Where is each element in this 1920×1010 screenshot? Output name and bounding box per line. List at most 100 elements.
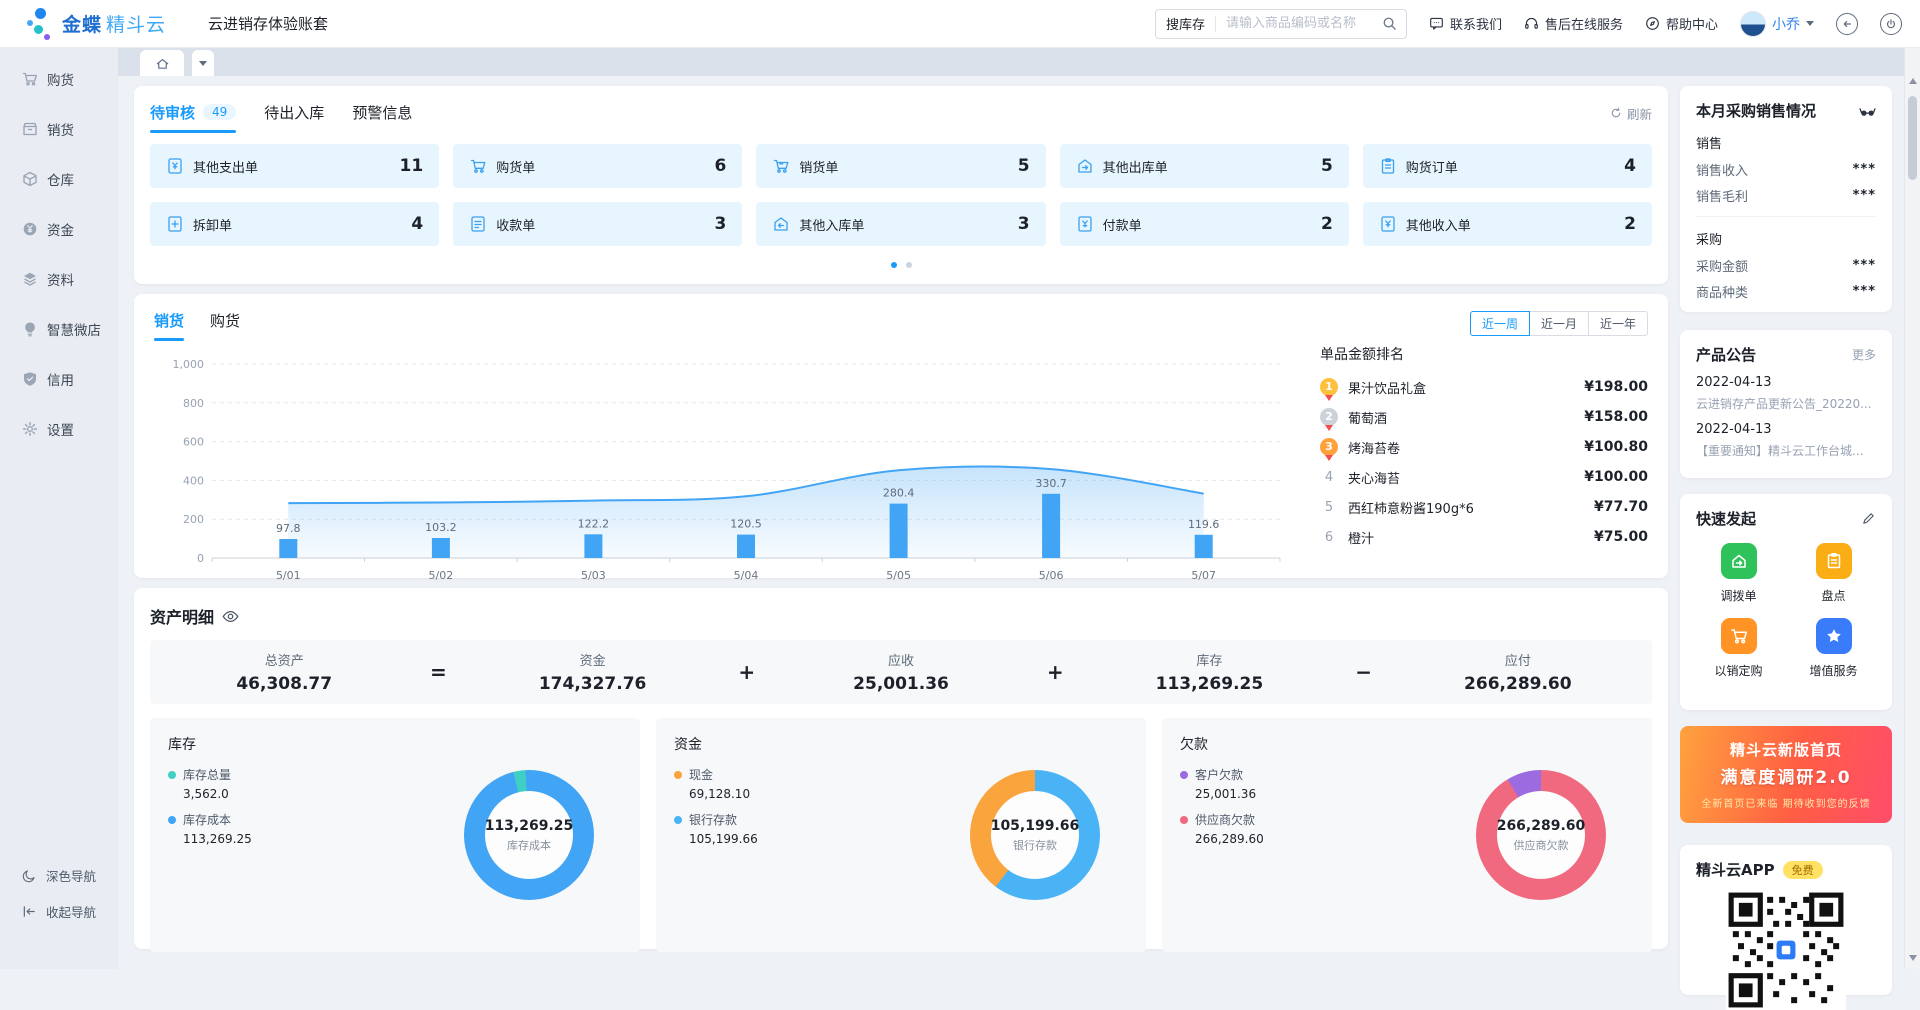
user-menu[interactable]: 小乔 (1740, 11, 1814, 37)
after-sales-service-link[interactable]: 售后在线服务 (1524, 14, 1623, 33)
pagination-dot-1[interactable] (891, 262, 897, 268)
gold-medal-icon: 1 (1320, 378, 1338, 396)
metric-label: 库存 (1075, 650, 1343, 669)
todo-item-purchase-order[interactable]: 购货单 6 (453, 144, 742, 188)
ranking-row[interactable]: 2 葡萄酒 ¥158.00 (1320, 402, 1648, 432)
sidebar-item-funds[interactable]: 资金 (0, 204, 118, 254)
sidebar-item-credit[interactable]: 信用 (0, 354, 118, 404)
tab-pending-inout[interactable]: 待出入库 (264, 102, 324, 129)
quick-tile-value-added[interactable]: 增值服务 (1791, 618, 1876, 679)
todo-item-receipt[interactable]: 收款单 3 (453, 202, 742, 246)
todo-item-other-inbound[interactable]: 其他入库单 3 (756, 202, 1045, 246)
tab-pending-approval[interactable]: 待审核 49 (150, 102, 236, 129)
logout-button[interactable] (1880, 13, 1902, 35)
dark-nav-label: 深色导航 (46, 866, 96, 885)
quick-tile-stocktake[interactable]: 盘点 (1791, 543, 1876, 604)
sidebar-item-label: 购货 (47, 69, 74, 89)
banner-line-1: 精斗云新版首页 (1690, 739, 1882, 760)
dark-nav-toggle[interactable]: 深色导航 (0, 857, 118, 893)
todo-item-purchase-request[interactable]: 购货订单 4 (1363, 144, 1652, 188)
eye-icon[interactable] (222, 608, 239, 625)
svg-text:200: 200 (183, 513, 204, 526)
metric-label: 商品种类 (1696, 282, 1748, 301)
app-logo[interactable]: 金蝶 精斗云 (26, 7, 166, 41)
sidebar-item-label: 资金 (47, 219, 74, 239)
operator-plus: + (727, 660, 767, 684)
tab-sales[interactable]: 销货 (154, 310, 184, 337)
edit-pencil-icon[interactable] (1861, 511, 1876, 526)
collapse-nav-button[interactable]: 收起导航 (0, 893, 118, 929)
search-icon[interactable] (1382, 16, 1397, 31)
todo-item-other-income[interactable]: 其他收入单 2 (1363, 202, 1652, 246)
range-last-year-button[interactable]: 近一年 (1588, 311, 1648, 336)
sidebar-item-data[interactable]: 资料 (0, 254, 118, 304)
metric-value: 46,308.77 (150, 674, 418, 694)
more-link[interactable]: 更多 (1852, 346, 1876, 363)
qr-code (1726, 890, 1846, 1010)
tab-label: 待审核 (150, 102, 195, 123)
announcements-title: 产品公告 (1696, 344, 1756, 365)
todo-item-other-expense[interactable]: 其他支出单 11 (150, 144, 439, 188)
purchase-group-label: 采购 (1696, 229, 1876, 248)
scroll-up-arrow[interactable] (1909, 78, 1917, 84)
todo-item-label: 销货单 (799, 157, 838, 176)
ranking-row[interactable]: 5 西红柿意粉酱190g*6 ¥77.70 (1320, 492, 1648, 522)
svg-text:5/03: 5/03 (581, 569, 606, 582)
yen-circle-icon (22, 221, 38, 237)
sidebar-item-sales[interactable]: 销货 (0, 104, 118, 154)
sidebar-item-purchase[interactable]: 购货 (0, 54, 118, 104)
back-button[interactable] (1836, 13, 1858, 35)
ranking-row[interactable]: 1 果汁饮品礼盒 ¥198.00 (1320, 372, 1648, 402)
todo-item-other-outbound[interactable]: 其他出库单 5 (1060, 144, 1349, 188)
metric-value: 266,289.60 (1384, 674, 1652, 694)
tab-purchase[interactable]: 购货 (210, 310, 240, 337)
product-name: 橙汁 (1348, 528, 1374, 547)
scrollbar-thumb[interactable] (1908, 96, 1917, 180)
announcement-item[interactable]: 2022-04-13 云进销存产品更新公告_20220... (1696, 375, 1876, 412)
legend-label: 客户欠款 (1195, 766, 1243, 783)
sidebar-item-label: 设置 (47, 419, 74, 439)
debt-panel: 欠款 客户欠款 25,001.36 供应商欠款 266,289.60 266,2… (1162, 718, 1652, 952)
metric-value-masked: *** (1853, 188, 1876, 203)
survey-promo-banner[interactable]: 精斗云新版首页 满意度调研2.0 全新首页已来临 期待收到您的反馈 (1680, 726, 1892, 823)
todo-item-payment[interactable]: 付款单 2 (1060, 202, 1349, 246)
ranking-row[interactable]: 4 夹心海苔 ¥100.00 (1320, 462, 1648, 492)
announcement-item[interactable]: 2022-04-13 【重要通知】精斗云工作台城... (1696, 422, 1876, 459)
contact-us-link[interactable]: 联系我们 (1429, 14, 1502, 33)
sidebar-item-label: 销货 (47, 119, 74, 139)
sidebar-item-warehouse[interactable]: 仓库 (0, 154, 118, 204)
range-last-week-button[interactable]: 近一周 (1470, 311, 1530, 336)
inventory-search-box[interactable]: 搜库存 (1155, 9, 1407, 39)
sidebar-item-smart-store[interactable]: 智慧微店 (0, 304, 118, 354)
legend-label: 库存成本 (183, 811, 231, 828)
help-center-link[interactable]: 帮助中心 (1645, 14, 1718, 33)
svg-text:280.4: 280.4 (883, 487, 915, 500)
metric-row: 采购金额 *** (1696, 252, 1876, 278)
todo-item-disassembly[interactable]: 拆卸单 4 (150, 202, 439, 246)
pagination-dot-2[interactable] (906, 262, 912, 268)
home-tab[interactable] (140, 50, 184, 76)
quick-tile-transfer[interactable]: 调拨单 (1696, 543, 1781, 604)
transfer-order-icon (1721, 543, 1757, 579)
ranking-row[interactable]: 3 烤海苔卷 ¥100.80 (1320, 432, 1648, 462)
ranking-row[interactable]: 6 橙汁 ¥75.00 (1320, 522, 1648, 552)
todo-item-sales-order[interactable]: 销货单 5 (756, 144, 1045, 188)
svg-text:103.2: 103.2 (425, 521, 457, 534)
tab-warning-info[interactable]: 预警信息 (352, 102, 412, 129)
refresh-button[interactable]: 刷新 (1610, 104, 1652, 127)
product-name: 果汁饮品礼盒 (1348, 378, 1426, 397)
funds-block: 资金 174,327.76 (458, 650, 726, 694)
vertical-scrollbar[interactable] (1904, 48, 1920, 969)
scroll-down-arrow[interactable] (1909, 955, 1917, 961)
quick-tile-sell-to-order[interactable]: 以销定购 (1696, 618, 1781, 679)
search-input[interactable] (1216, 16, 1382, 31)
metric-value-masked: *** (1853, 258, 1876, 273)
todo-item-label: 拆卸单 (193, 215, 232, 234)
tab-list-dropdown[interactable] (192, 50, 214, 76)
logo-text-secondary: 精斗云 (106, 10, 166, 37)
sidebar-item-settings[interactable]: 设置 (0, 404, 118, 454)
announcement-date: 2022-04-13 (1696, 422, 1876, 437)
range-last-month-button[interactable]: 近一月 (1529, 311, 1589, 336)
hide-amounts-glasses-icon[interactable] (1859, 104, 1876, 118)
search-category-select[interactable]: 搜库存 (1156, 14, 1215, 33)
